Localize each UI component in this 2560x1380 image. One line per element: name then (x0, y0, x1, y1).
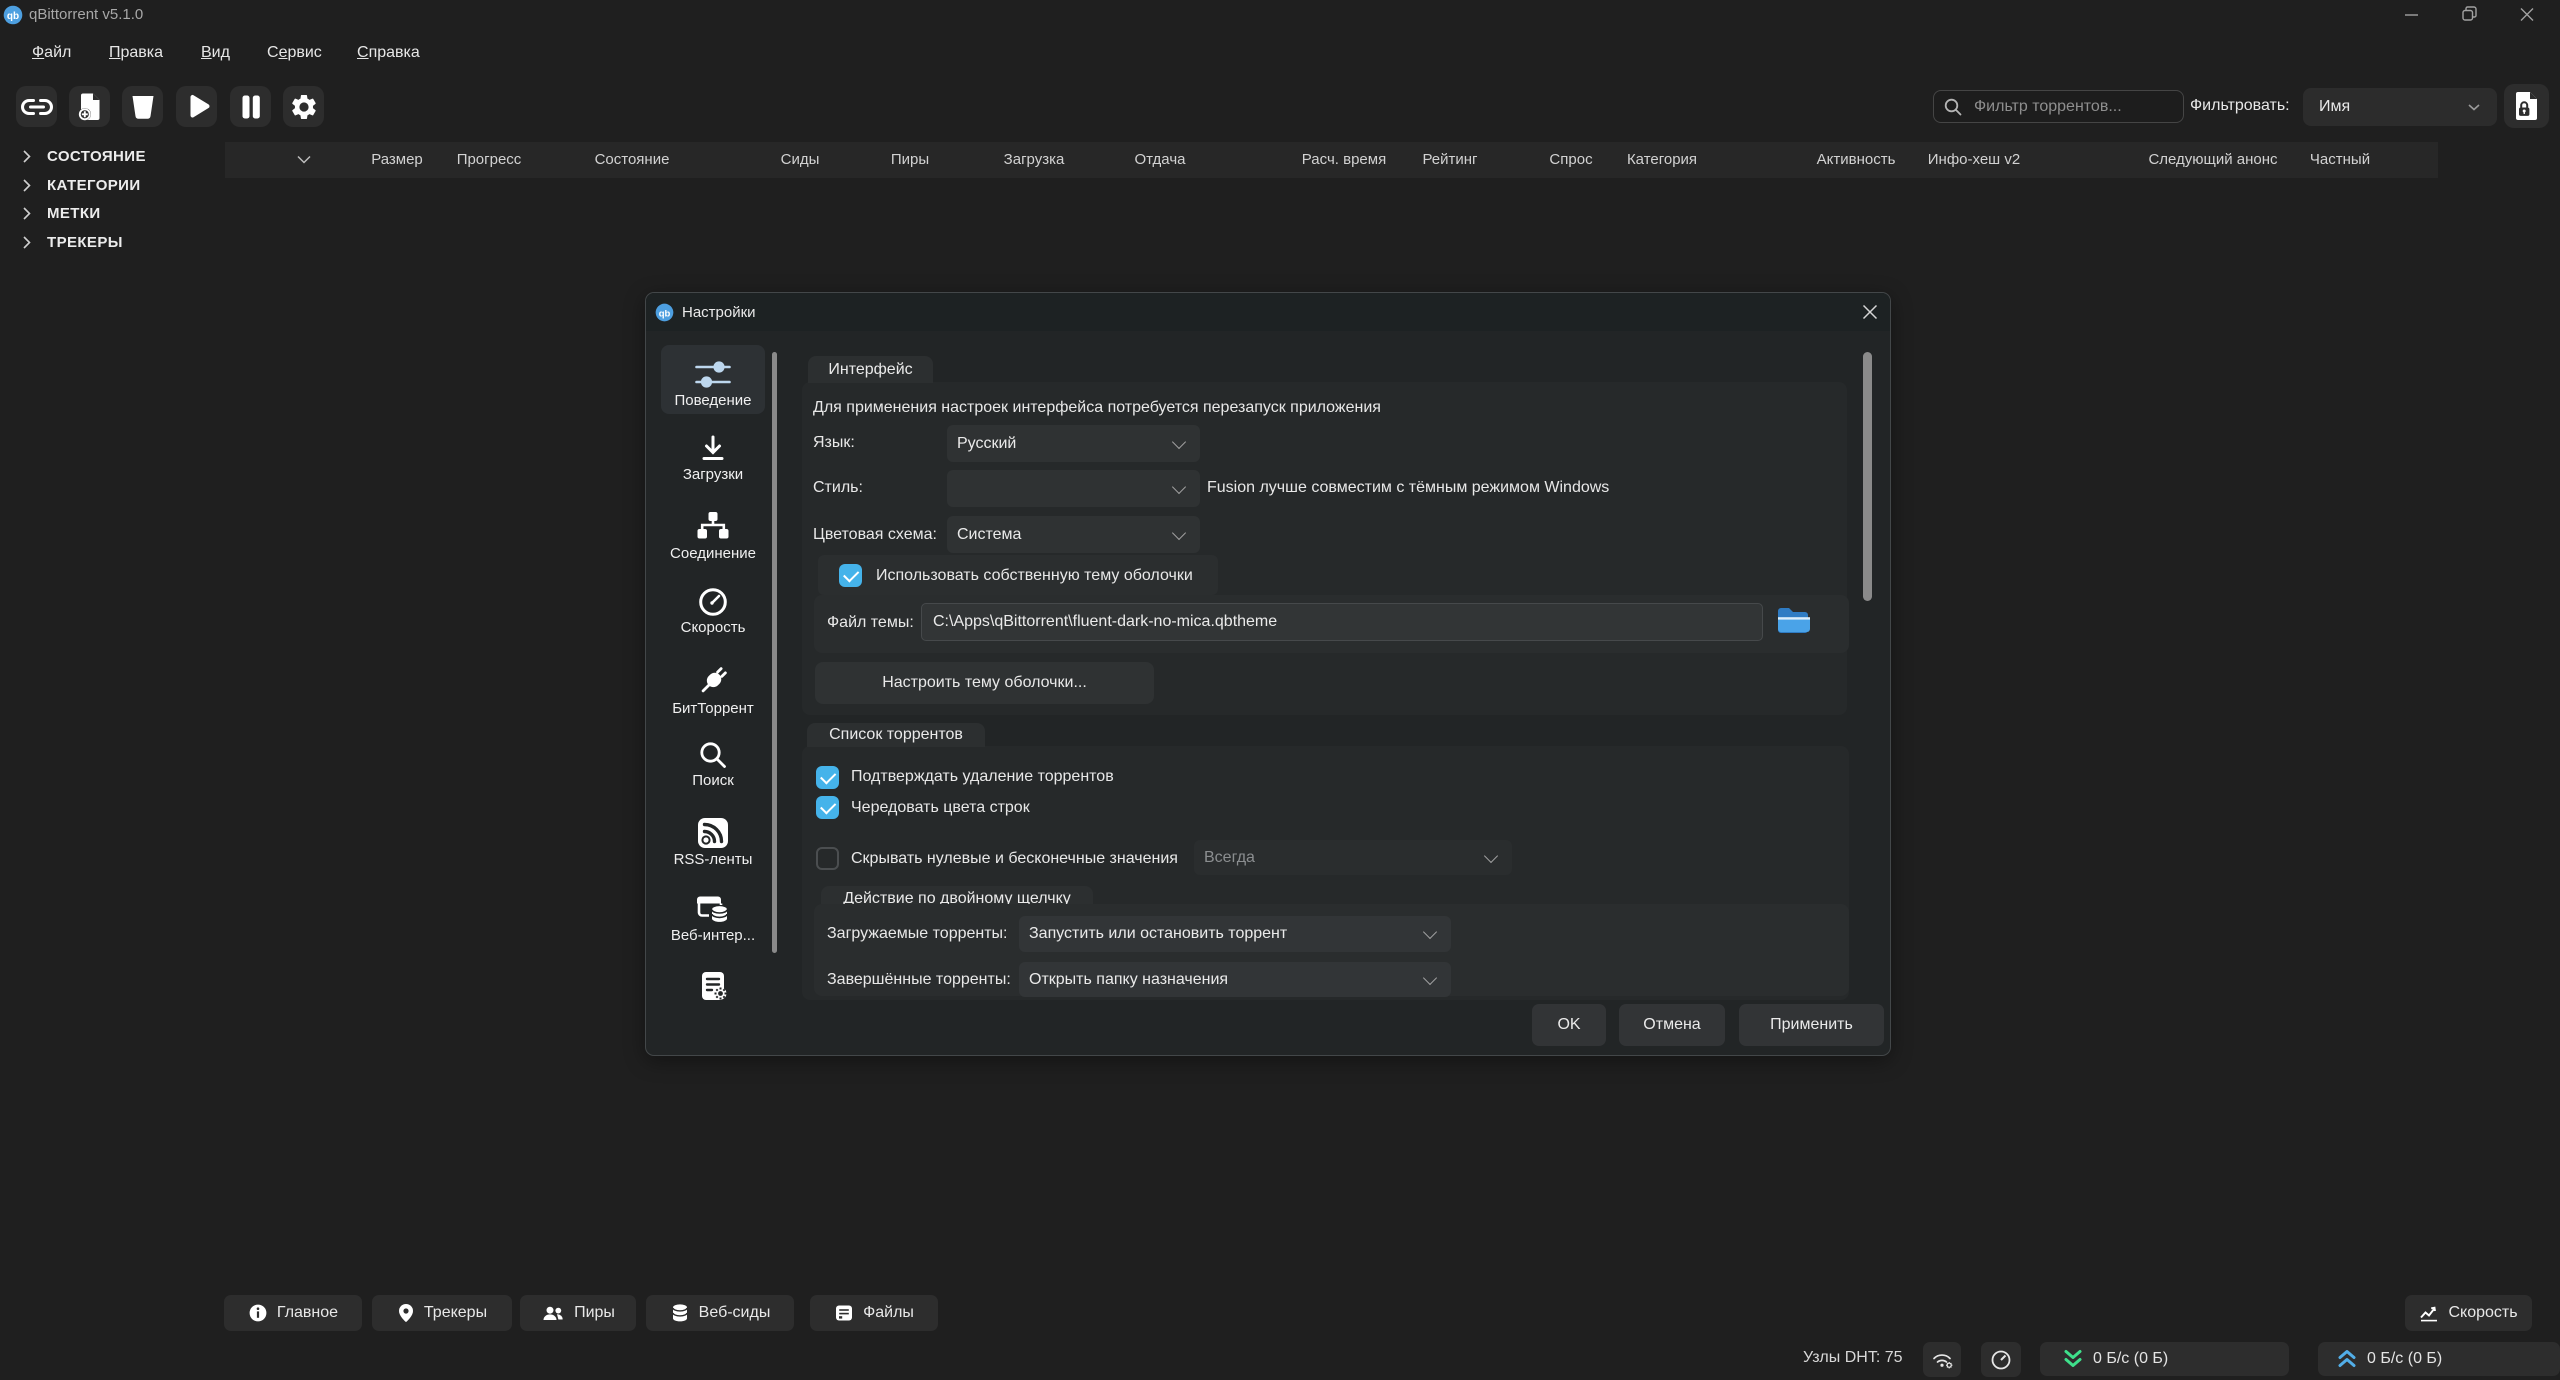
svg-text:qb: qb (659, 308, 671, 319)
svg-text:qb: qb (7, 11, 19, 22)
